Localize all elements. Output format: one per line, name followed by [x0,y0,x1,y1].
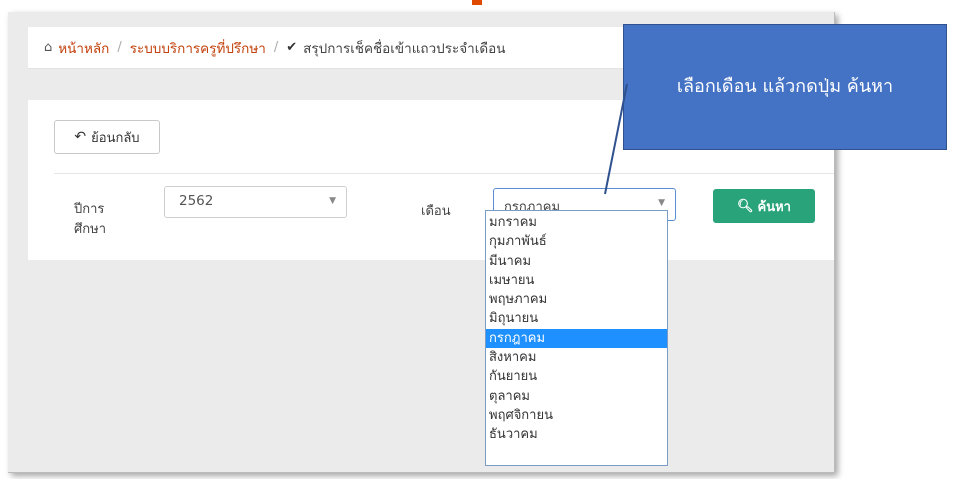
month-option[interactable]: ตุลาคม [486,387,667,406]
month-option[interactable]: ธันวาคม [486,425,667,444]
top-accent-mark [472,0,482,5]
undo-icon: ↶ [74,129,87,145]
check-icon: ✔ [286,40,298,55]
instruction-callout: เลือกเดือน แล้วกดปุ่ม ค้นหา [623,24,947,150]
chevron-down-icon: ▼ [329,196,336,206]
month-option[interactable]: เมษายน [486,271,667,290]
chevron-down-icon: ▼ [658,198,665,208]
month-option[interactable]: มกราคม [486,213,667,232]
breadcrumb-current: สรุปการเช็คชื่อเข้าแถวประจำเดือน [303,40,506,57]
month-option[interactable]: มีนาคม [486,252,667,271]
breadcrumb-home-link[interactable]: หน้าหลัก [58,37,109,59]
breadcrumb-separator: / [273,40,279,55]
year-select[interactable]: 2562 ▼ [164,186,347,218]
callout-text: เลือกเดือน แล้วกดปุ่ม ค้นหา [676,76,894,97]
search-button-label: ค้นหา [757,199,791,215]
month-option[interactable]: มิถุนายน [486,309,667,328]
search-icon: 🔍︎ [737,198,754,214]
month-option[interactable]: กันยายน [486,367,667,386]
home-icon[interactable]: ⌂ [44,40,52,55]
year-select-value: 2562 [179,193,214,209]
month-dropdown-list: มกราคม กุมภาพันธ์ มีนาคม เมษายน พฤษภาคม มิถุน… [485,210,668,466]
breadcrumb-separator: / [117,40,122,55]
search-button[interactable]: 🔍︎ ค้นหา [713,189,815,223]
back-button[interactable]: ↶ ย้อนกลับ [54,120,160,154]
month-option[interactable]: กุมภาพันธ์ [486,232,667,251]
year-label: ปีการศึกษา [74,202,106,237]
month-option[interactable]: สิงหาคม [486,348,667,367]
breadcrumb-section-link[interactable]: ระบบบริการครูที่ปรึกษา [130,37,266,59]
month-option[interactable]: พฤศจิกายน [486,406,667,425]
divider [54,173,834,174]
month-label: เดือน [421,204,451,219]
month-option[interactable]: พฤษภาคม [486,290,667,309]
back-button-label: ย้อนกลับ [91,130,140,146]
month-option[interactable]: กรกฎาคม [486,328,667,349]
